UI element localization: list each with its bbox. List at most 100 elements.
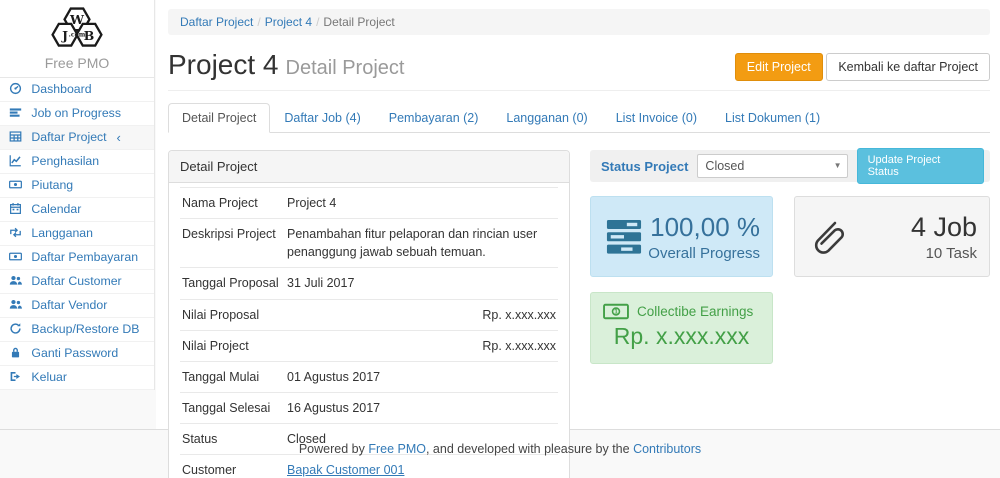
- jwb-logo-icon: W J B .com: [31, 5, 123, 51]
- money-icon: 1: [603, 303, 629, 320]
- progress-text: 100,00 % Overall Progress: [645, 212, 760, 262]
- footer-text: Powered by: [299, 442, 368, 456]
- sidebar-item-label: Piutang: [31, 178, 73, 192]
- jobs-box: 4 Job 10 Task: [794, 196, 990, 277]
- page-header: Project 4Detail Project Edit Project Kem…: [168, 49, 990, 91]
- sidebar-item-daftar-project[interactable]: Daftar Project ‹: [0, 126, 154, 150]
- row-label: Status: [180, 424, 285, 455]
- retweet-icon: [9, 226, 23, 239]
- sidebar-item-label: Ganti Password: [31, 346, 118, 360]
- table-row: CustomerBapak Customer 001: [180, 455, 558, 478]
- tab-pembayaran[interactable]: Pembayaran (2): [375, 103, 493, 133]
- tasks-icon: [9, 106, 23, 119]
- detail-project-panel: Detail Project Nama ProjectProject 4 Des…: [168, 150, 570, 478]
- tab-langganan[interactable]: Langganan (0): [492, 103, 601, 133]
- svg-text:.com: .com: [69, 32, 86, 39]
- row-label: Nama Project: [180, 188, 285, 219]
- sidebar-item-ganti-password[interactable]: Ganti Password: [0, 342, 154, 366]
- breadcrumb: Daftar Project/Project 4/Detail Project: [168, 9, 990, 35]
- svg-text:1: 1: [614, 309, 618, 316]
- table-icon: [9, 130, 23, 143]
- overall-progress-box: 100,00 % Overall Progress: [590, 196, 773, 277]
- tab-daftar-job[interactable]: Daftar Job (4): [270, 103, 374, 133]
- row-label: Customer: [180, 455, 285, 478]
- project-tabs: Detail ProjectDaftar Job (4)Pembayaran (…: [168, 103, 990, 133]
- tasks-count: 10 Task: [847, 245, 977, 262]
- sidebar-item-penghasilan[interactable]: Penghasilan: [0, 150, 154, 174]
- row-value: 01 Agustus 2017: [285, 361, 558, 392]
- row-value: Penambahan fitur pelaporan dan rincian u…: [285, 219, 558, 268]
- sidebar: W J B .com Free PMO Dashboard Job on Pro…: [0, 0, 155, 390]
- tab-list-invoice[interactable]: List Invoice (0): [602, 103, 711, 133]
- sidebar-item-langganan[interactable]: Langganan: [0, 222, 154, 246]
- customer-link[interactable]: Bapak Customer 001: [287, 463, 404, 477]
- sidebar-item-label: Penghasilan: [31, 154, 99, 168]
- app-name: Free PMO: [0, 55, 154, 71]
- sidebar-item-daftar-vendor[interactable]: Daftar Vendor: [0, 294, 154, 318]
- page-title: Project 4: [168, 49, 279, 80]
- dashboard-icon: [9, 82, 23, 95]
- collectible-earnings-box: 1 Collectibe Earnings Rp. x.xxx.xxx: [590, 292, 773, 364]
- jobs-text: 4 Job 10 Task: [847, 212, 977, 262]
- tasks-icon: [603, 219, 645, 255]
- sidebar-item-calendar[interactable]: Calendar: [0, 198, 154, 222]
- earnings-label: Collectibe Earnings: [637, 304, 753, 319]
- line-chart-icon: [9, 154, 23, 167]
- sidebar-item-label: Daftar Customer: [31, 274, 121, 288]
- money-icon: [9, 178, 23, 191]
- sidebar-item-backup-restore-db[interactable]: Backup/Restore DB: [0, 318, 154, 342]
- sidebar-item-daftar-pembayaran[interactable]: Daftar Pembayaran: [0, 246, 154, 270]
- refresh-icon: [9, 322, 23, 335]
- back-to-project-list-button[interactable]: Kembali ke daftar Project: [826, 53, 990, 81]
- sign-out-icon: [9, 370, 23, 383]
- breadcrumb-daftar-project[interactable]: Daftar Project: [180, 15, 253, 29]
- tab-list-dokumen[interactable]: List Dokumen (1): [711, 103, 834, 133]
- sidebar-item-keluar[interactable]: Keluar: [0, 366, 154, 390]
- chevron-down-icon: ▼: [834, 155, 842, 177]
- contributors-link[interactable]: Contributors: [633, 442, 701, 456]
- svg-text:W: W: [69, 12, 85, 27]
- sidebar-item-piutang[interactable]: Piutang: [0, 174, 154, 198]
- row-label: Deskripsi Project: [180, 219, 285, 268]
- sidebar-item-daftar-customer[interactable]: Daftar Customer: [0, 270, 154, 294]
- update-project-status-button[interactable]: Update Project Status: [857, 148, 984, 184]
- table-row: Nama ProjectProject 4: [180, 188, 558, 219]
- status-select[interactable]: Closed ▼: [697, 154, 847, 178]
- svg-text:J: J: [61, 28, 68, 43]
- sidebar-item-label: Daftar Pembayaran: [31, 250, 138, 264]
- earnings-value: Rp. x.xxx.xxx: [603, 323, 760, 350]
- row-value: 16 Agustus 2017: [285, 392, 558, 423]
- status-select-value: Closed: [705, 159, 744, 173]
- logo: W J B .com Free PMO: [0, 0, 154, 78]
- info-boxes-row: 100,00 % Overall Progress 4 Job 10 Task: [590, 196, 990, 277]
- paperclip-icon: [807, 216, 847, 258]
- sidebar-item-dashboard[interactable]: Dashboard: [0, 78, 154, 102]
- sidebar-item-label: Keluar: [31, 370, 67, 384]
- breadcrumb-separator: /: [253, 15, 264, 29]
- right-column: Status Project Closed ▼ Update Project S…: [590, 150, 990, 478]
- panel-body: Nama ProjectProject 4 Deskripsi ProjectP…: [169, 183, 569, 478]
- footer-text: , and developed with pleasure by the: [426, 442, 633, 456]
- sidebar-menu: Dashboard Job on Progress 10 Daftar Proj…: [0, 78, 154, 390]
- tab-detail-project[interactable]: Detail Project: [168, 103, 270, 133]
- breadcrumb-project-4[interactable]: Project 4: [265, 15, 312, 29]
- row-value: 31 Juli 2017: [285, 268, 558, 299]
- panel-title: Detail Project: [169, 151, 569, 183]
- table-row: Deskripsi ProjectPenambahan fitur pelapo…: [180, 219, 558, 268]
- users-icon: [9, 274, 23, 287]
- sidebar-item-job-on-progress[interactable]: Job on Progress 10: [0, 102, 154, 126]
- page-title-group: Project 4Detail Project: [168, 49, 404, 81]
- users-icon: [9, 298, 23, 311]
- row-value: Project 4: [285, 188, 558, 219]
- money-icon: [9, 250, 23, 263]
- table-row: Nilai ProjectRp. x.xxx.xxx: [180, 330, 558, 361]
- table-row: Tanggal Selesai16 Agustus 2017: [180, 392, 558, 423]
- row-label: Nilai Proposal: [180, 299, 285, 330]
- edit-project-button[interactable]: Edit Project: [735, 53, 823, 81]
- page: W J B .com Free PMO Dashboard Job on Pro…: [0, 0, 1000, 478]
- free-pmo-link[interactable]: Free PMO: [368, 442, 426, 456]
- table-row: Nilai ProposalRp. x.xxx.xxx: [180, 299, 558, 330]
- lock-icon: [9, 346, 23, 359]
- progress-value: 100,00 %: [645, 212, 760, 243]
- sidebar-item-label: Langganan: [31, 226, 93, 240]
